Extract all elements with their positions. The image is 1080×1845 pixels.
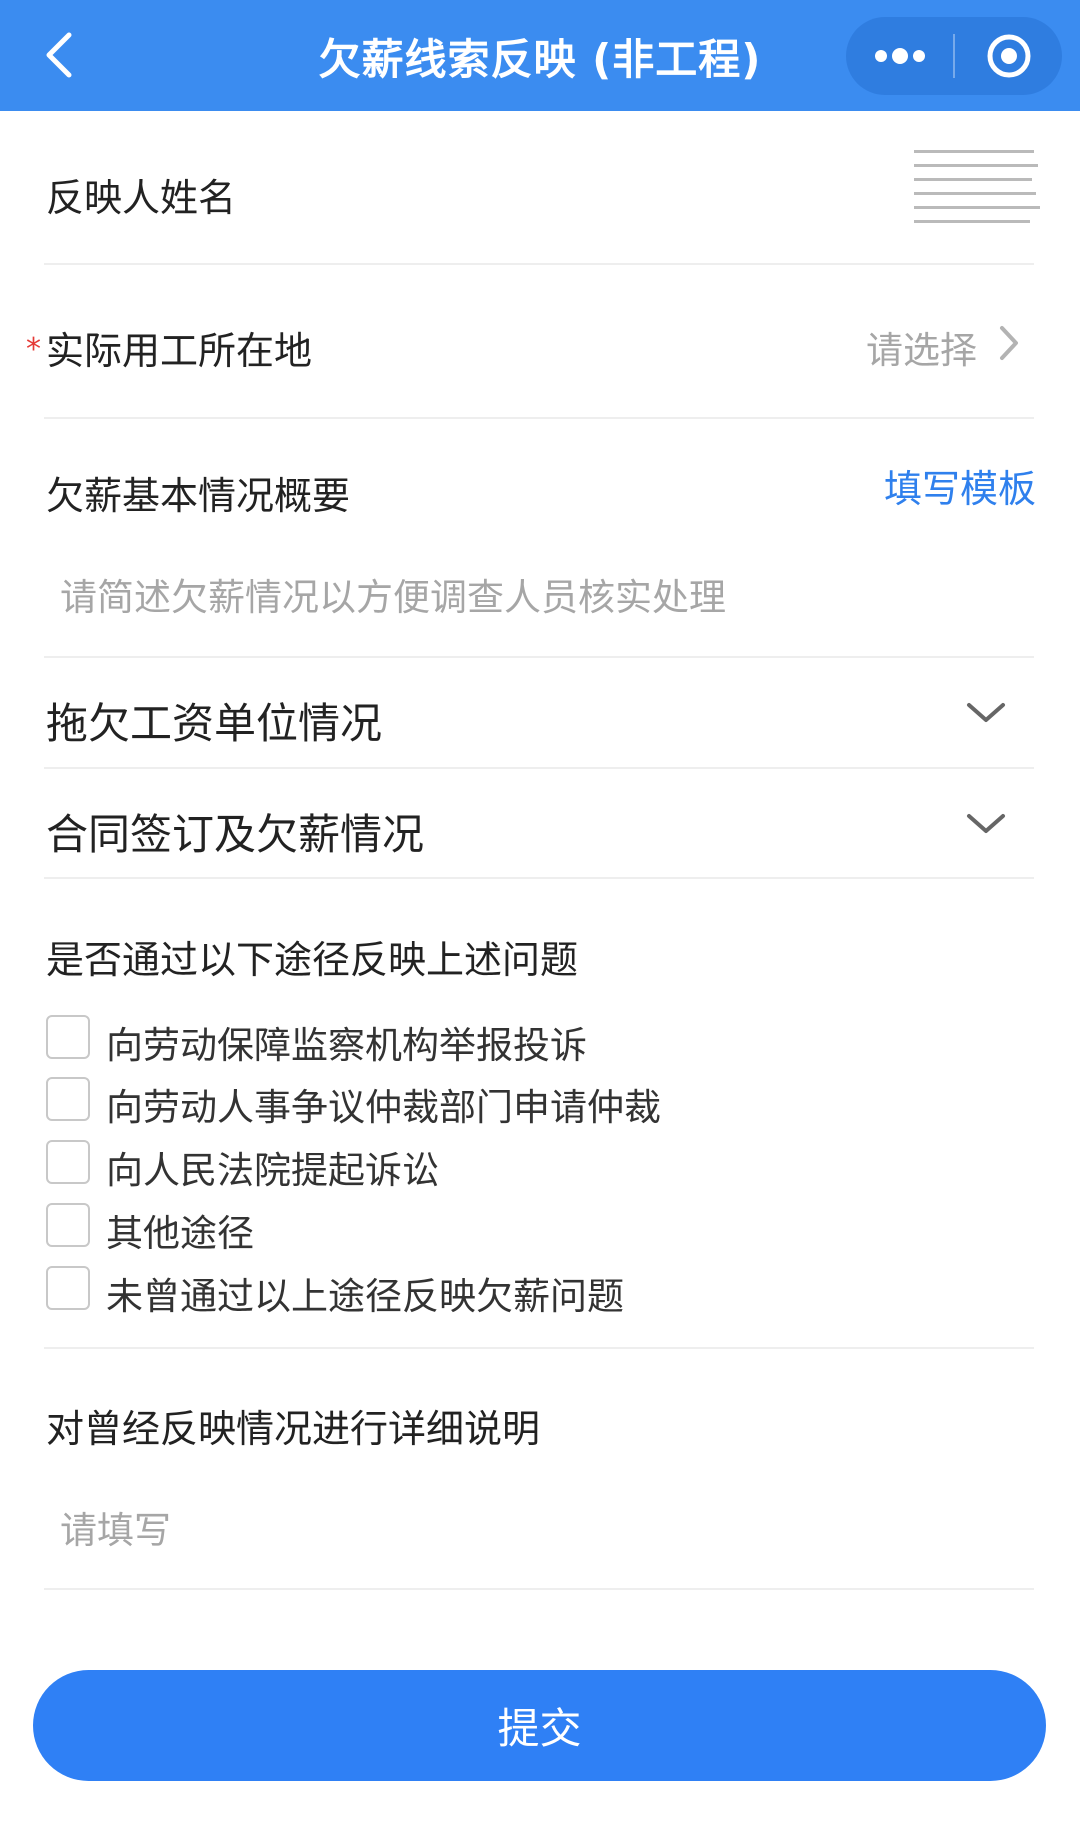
submit-button[interactable]: 提交 bbox=[33, 1670, 1046, 1781]
summary-textarea[interactable]: 请简述欠薪情况以方便调查人员核实处理 bbox=[46, 555, 1036, 645]
checkbox-label[interactable]: 其他途径 bbox=[106, 1203, 254, 1257]
checkbox-other[interactable] bbox=[46, 1203, 90, 1247]
location-placeholder: 请选择 bbox=[866, 329, 977, 372]
divider bbox=[44, 1588, 1034, 1590]
checkbox-label[interactable]: 未曾通过以上途径反映欠薪问题 bbox=[106, 1266, 624, 1320]
divider bbox=[44, 417, 1034, 419]
checkbox-court[interactable] bbox=[46, 1140, 90, 1184]
channels-label: 是否通过以下途径反映上述问题 bbox=[46, 938, 579, 982]
more-button[interactable] bbox=[846, 17, 953, 95]
reporter-name-label: 反映人姓名 bbox=[46, 176, 237, 220]
divider bbox=[44, 877, 1034, 879]
summary-placeholder: 请简述欠薪情况以方便调查人员核实处理 bbox=[60, 576, 726, 619]
detail-placeholder: 请填写 bbox=[60, 1509, 171, 1552]
chevron-down-icon bbox=[967, 814, 1005, 833]
fill-template-link[interactable]: 填写模板 bbox=[884, 458, 1036, 513]
divider bbox=[44, 263, 1034, 265]
checkbox-label[interactable]: 向劳动人事争议仲裁部门申请仲裁 bbox=[106, 1077, 661, 1131]
nav-bar: 欠薪线索反映 (非工程) bbox=[0, 0, 1080, 111]
more-dots-icon bbox=[874, 48, 925, 64]
required-mark: * bbox=[26, 332, 41, 367]
divider bbox=[44, 1347, 1034, 1349]
section-debtor-unit[interactable]: 拖欠工资单位情况 bbox=[44, 658, 1034, 766]
checkbox-label[interactable]: 向人民法院提起诉讼 bbox=[106, 1140, 439, 1194]
document-thumbnail bbox=[868, 122, 1048, 234]
detail-textarea[interactable]: 请填写 bbox=[46, 1488, 1036, 1578]
chevron-right-icon bbox=[1000, 326, 1018, 360]
summary-label: 欠薪基本情况概要 bbox=[46, 474, 351, 518]
checkbox-arbitration[interactable] bbox=[46, 1077, 90, 1121]
detail-label: 对曾经反映情况进行详细说明 bbox=[46, 1407, 541, 1451]
target-close-icon bbox=[987, 34, 1030, 78]
section-label: 拖欠工资单位情况 bbox=[46, 699, 383, 748]
checkbox-never-reported[interactable] bbox=[46, 1266, 90, 1310]
close-button[interactable] bbox=[955, 17, 1062, 95]
section-label: 合同签订及欠薪情况 bbox=[46, 810, 425, 859]
mini-program-capsule bbox=[846, 17, 1062, 95]
section-contract-arrears[interactable]: 合同签订及欠薪情况 bbox=[44, 769, 1034, 877]
chevron-down-icon bbox=[967, 703, 1005, 722]
location-select[interactable]: 请选择 bbox=[860, 310, 1040, 374]
checkbox-labor-inspection[interactable] bbox=[46, 1015, 90, 1059]
location-label: 实际用工所在地 bbox=[46, 329, 313, 373]
checkbox-label[interactable]: 向劳动保障监察机构举报投诉 bbox=[106, 1015, 587, 1069]
